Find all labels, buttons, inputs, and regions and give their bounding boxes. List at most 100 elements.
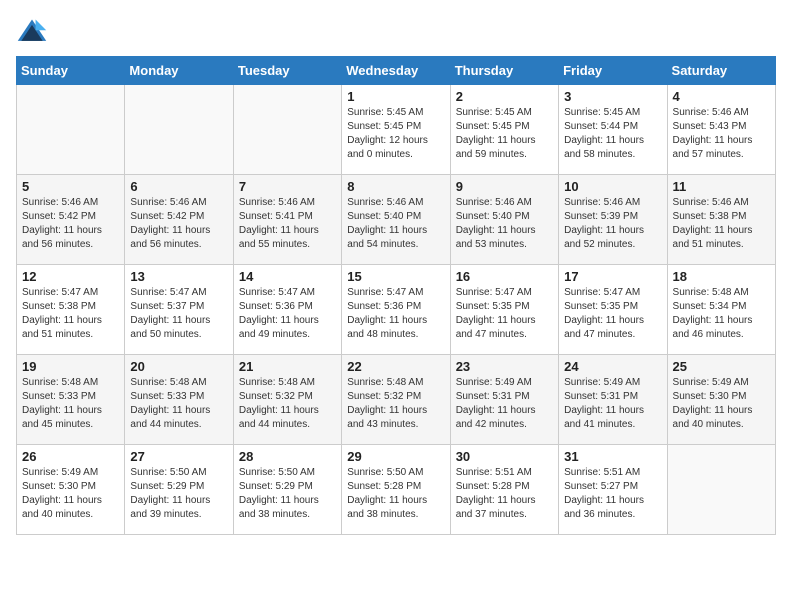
day-number: 12 [22, 269, 119, 284]
day-info: Sunrise: 5:50 AM Sunset: 5:29 PM Dayligh… [130, 466, 227, 522]
day-number: 10 [564, 179, 661, 194]
day-number: 24 [564, 359, 661, 374]
day-number: 17 [564, 269, 661, 284]
day-info: Sunrise: 5:46 AM Sunset: 5:40 PM Dayligh… [456, 196, 553, 252]
day-info: Sunrise: 5:45 AM Sunset: 5:45 PM Dayligh… [347, 106, 444, 162]
day-number: 19 [22, 359, 119, 374]
day-number: 26 [22, 449, 119, 464]
day-info: Sunrise: 5:48 AM Sunset: 5:32 PM Dayligh… [239, 376, 336, 432]
day-number: 2 [456, 89, 553, 104]
day-number: 25 [673, 359, 770, 374]
calendar-week-row: 26 Sunrise: 5:49 AM Sunset: 5:30 PM Dayli… [17, 445, 776, 535]
day-info: Sunrise: 5:50 AM Sunset: 5:29 PM Dayligh… [239, 466, 336, 522]
calendar-cell: 27Sunrise: 5:50 AM Sunset: 5:29 PM Dayli… [125, 445, 233, 535]
day-info: Sunrise: 5:46 AM Sunset: 5:38 PM Dayligh… [673, 196, 770, 252]
day-info: Sunrise: 5:48 AM Sunset: 5:34 PM Dayligh… [673, 286, 770, 342]
day-number: 3 [564, 89, 661, 104]
day-info: Sunrise: 5:49 AM Sunset: 5:31 PM Dayligh… [564, 376, 661, 432]
day-number: 13 [130, 269, 227, 284]
day-number: 9 [456, 179, 553, 194]
calendar-table: SundayMondayTuesdayWednesdayThursdayFrid… [16, 56, 776, 535]
calendar-cell: 28 Sunrise: 5:50 AM Sunset: 5:29 PM Dayli… [233, 445, 341, 535]
day-number: 6 [130, 179, 227, 194]
logo [16, 16, 52, 48]
calendar-cell: 9 Sunrise: 5:46 AM Sunset: 5:40 PM Daylig… [450, 175, 558, 265]
calendar-cell: 12 Sunrise: 5:47 AM Sunset: 5:38 PM Dayli… [17, 265, 125, 355]
weekday-header-cell: Sunday [17, 57, 125, 85]
calendar-cell: 5Sunrise: 5:46 AM Sunset: 5:42 PM Daylig… [17, 175, 125, 265]
calendar-cell: 14 Sunrise: 5:47 AM Sunset: 5:36 PM Dayli… [233, 265, 341, 355]
calendar-cell: 26 Sunrise: 5:49 AM Sunset: 5:30 PM Dayli… [17, 445, 125, 535]
weekday-header-cell: Tuesday [233, 57, 341, 85]
calendar-cell: 16 Sunrise: 5:47 AM Sunset: 5:35 PM Dayli… [450, 265, 558, 355]
calendar-cell: 18 Sunrise: 5:48 AM Sunset: 5:34 PM Dayli… [667, 265, 775, 355]
day-info: Sunrise: 5:48 AM Sunset: 5:33 PM Dayligh… [22, 376, 119, 432]
day-info: Sunrise: 5:45 AM Sunset: 5:44 PM Dayligh… [564, 106, 661, 162]
calendar-cell: 4 Sunrise: 5:46 AM Sunset: 5:43 PM Daylig… [667, 85, 775, 175]
day-number: 16 [456, 269, 553, 284]
day-info: Sunrise: 5:46 AM Sunset: 5:42 PM Dayligh… [130, 196, 227, 252]
day-info: Sunrise: 5:48 AM Sunset: 5:33 PM Dayligh… [130, 376, 227, 432]
calendar-body: 1 Sunrise: 5:45 AM Sunset: 5:45 PM Daylig… [17, 85, 776, 535]
day-info: Sunrise: 5:47 AM Sunset: 5:38 PM Dayligh… [22, 286, 119, 342]
day-info: Sunrise: 5:47 AM Sunset: 5:36 PM Dayligh… [239, 286, 336, 342]
calendar-cell: 30 Sunrise: 5:51 AM Sunset: 5:28 PM Dayli… [450, 445, 558, 535]
day-info: Sunrise: 5:50 AM Sunset: 5:28 PM Dayligh… [347, 466, 444, 522]
day-info: Sunrise: 5:48 AM Sunset: 5:32 PM Dayligh… [347, 376, 444, 432]
weekday-header-cell: Friday [559, 57, 667, 85]
day-number: 1 [347, 89, 444, 104]
day-number: 30 [456, 449, 553, 464]
day-number: 11 [673, 179, 770, 194]
day-number: 23 [456, 359, 553, 374]
calendar-week-row: 1 Sunrise: 5:45 AM Sunset: 5:45 PM Daylig… [17, 85, 776, 175]
weekday-header-cell: Thursday [450, 57, 558, 85]
calendar-cell [125, 85, 233, 175]
day-number: 4 [673, 89, 770, 104]
day-info: Sunrise: 5:49 AM Sunset: 5:30 PM Dayligh… [22, 466, 119, 522]
calendar-cell: 17 Sunrise: 5:47 AM Sunset: 5:35 PM Dayli… [559, 265, 667, 355]
calendar-cell: 31 Sunrise: 5:51 AM Sunset: 5:27 PM Dayli… [559, 445, 667, 535]
day-number: 18 [673, 269, 770, 284]
weekday-header-cell: Wednesday [342, 57, 450, 85]
calendar-cell: 3 Sunrise: 5:45 AM Sunset: 5:44 PM Daylig… [559, 85, 667, 175]
calendar-cell: 6 Sunrise: 5:46 AM Sunset: 5:42 PM Daylig… [125, 175, 233, 265]
day-info: Sunrise: 5:49 AM Sunset: 5:31 PM Dayligh… [456, 376, 553, 432]
day-number: 29 [347, 449, 444, 464]
day-info: Sunrise: 5:49 AM Sunset: 5:30 PM Dayligh… [673, 376, 770, 432]
day-number: 28 [239, 449, 336, 464]
day-number: 14 [239, 269, 336, 284]
day-number: 31 [564, 449, 661, 464]
calendar-cell: 19 Sunrise: 5:48 AM Sunset: 5:33 PM Dayli… [17, 355, 125, 445]
day-info: Sunrise: 5:47 AM Sunset: 5:37 PM Dayligh… [130, 286, 227, 342]
day-info: Sunrise: 5:47 AM Sunset: 5:35 PM Dayligh… [564, 286, 661, 342]
day-info: Sunrise: 5:46 AM Sunset: 5:41 PM Dayligh… [239, 196, 336, 252]
day-number: 15 [347, 269, 444, 284]
day-info: Sunrise: 5:46 AM Sunset: 5:39 PM Dayligh… [564, 196, 661, 252]
day-info: Sunrise: 5:51 AM Sunset: 5:28 PM Dayligh… [456, 466, 553, 522]
calendar-cell: 23 Sunrise: 5:49 AM Sunset: 5:31 PM Dayli… [450, 355, 558, 445]
weekday-header-row: SundayMondayTuesdayWednesdayThursdayFrid… [17, 57, 776, 85]
calendar-cell [667, 445, 775, 535]
day-info: Sunrise: 5:45 AM Sunset: 5:45 PM Dayligh… [456, 106, 553, 162]
calendar-cell: 1 Sunrise: 5:45 AM Sunset: 5:45 PM Daylig… [342, 85, 450, 175]
calendar-cell: 20Sunrise: 5:48 AM Sunset: 5:33 PM Dayli… [125, 355, 233, 445]
calendar-cell: 7 Sunrise: 5:46 AM Sunset: 5:41 PM Daylig… [233, 175, 341, 265]
page-header [16, 16, 776, 48]
day-info: Sunrise: 5:51 AM Sunset: 5:27 PM Dayligh… [564, 466, 661, 522]
day-info: Sunrise: 5:46 AM Sunset: 5:43 PM Dayligh… [673, 106, 770, 162]
day-number: 8 [347, 179, 444, 194]
logo-icon [16, 16, 48, 48]
calendar-cell [17, 85, 125, 175]
calendar-cell: 15 Sunrise: 5:47 AM Sunset: 5:36 PM Dayli… [342, 265, 450, 355]
calendar-cell: 2 Sunrise: 5:45 AM Sunset: 5:45 PM Daylig… [450, 85, 558, 175]
day-number: 7 [239, 179, 336, 194]
weekday-header-cell: Saturday [667, 57, 775, 85]
calendar-week-row: 5 Sunrise: 5:46 AM Sunset: 5:42 PM Daylig… [17, 175, 776, 265]
day-number: 5 [22, 179, 119, 194]
calendar-cell: 29 Sunrise: 5:50 AM Sunset: 5:28 PM Dayli… [342, 445, 450, 535]
day-number: 22 [347, 359, 444, 374]
day-info: Sunrise: 5:47 AM Sunset: 5:35 PM Dayligh… [456, 286, 553, 342]
day-info: Sunrise: 5:47 AM Sunset: 5:36 PM Dayligh… [347, 286, 444, 342]
day-number: 21 [239, 359, 336, 374]
calendar-cell: 22 Sunrise: 5:48 AM Sunset: 5:32 PM Dayli… [342, 355, 450, 445]
